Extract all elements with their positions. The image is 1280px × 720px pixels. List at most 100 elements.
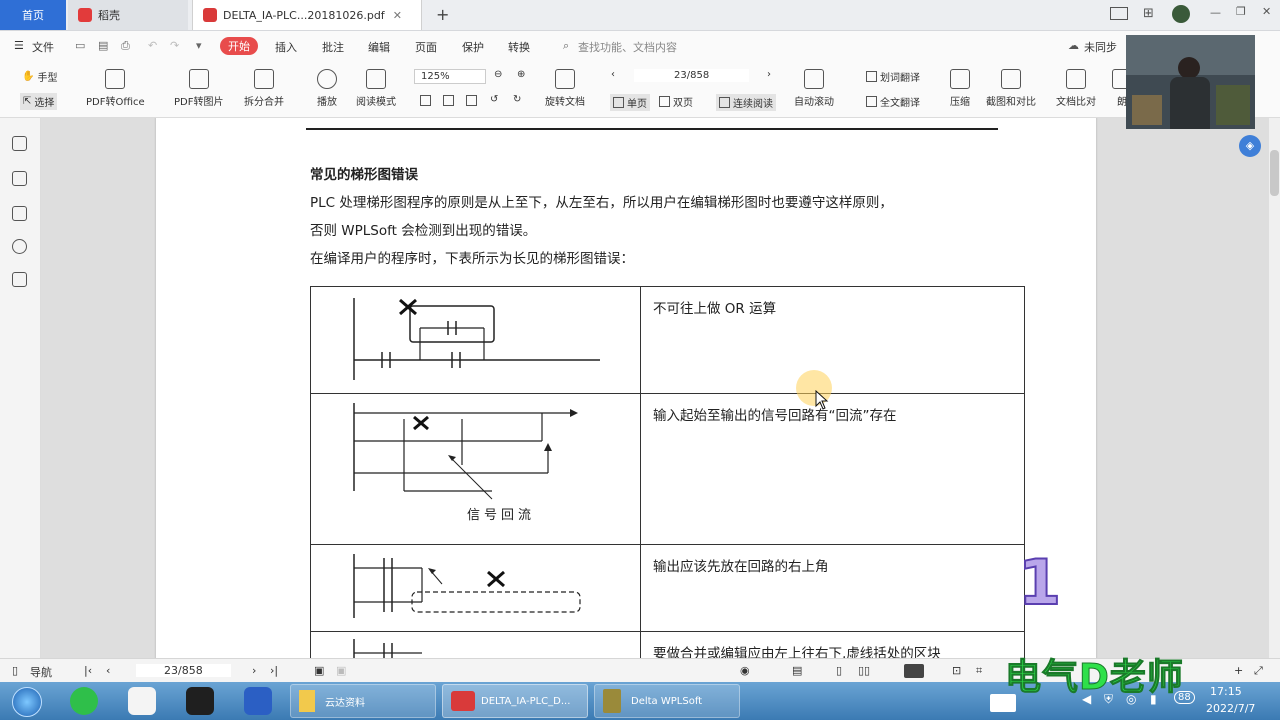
hand-tool[interactable]: ✋ 手型 [22,69,57,84]
signature-icon[interactable] [12,272,27,287]
zoom-select[interactable]: 125% [414,69,486,84]
window-layout-icon[interactable] [1110,7,1128,20]
rotate-right-icon[interactable]: ↻ [513,94,521,105]
fit-alt-icon[interactable]: ▣ [336,664,346,677]
nav-panel-icon[interactable]: ▯ [12,664,18,677]
fullscreen-icon[interactable]: ⤢ [1254,664,1263,678]
tab-docer[interactable]: 稻壳 [68,0,188,30]
tab-pdf-document[interactable]: DELTA_IA-PLC...20181026.pdf ✕ [192,0,422,30]
translate-selection-button[interactable]: 划词翻译 [866,69,920,84]
fit-page-icon[interactable] [420,95,431,106]
hamburger-icon[interactable]: ☰ [14,39,24,52]
continuous-read-button[interactable]: 连续阅读 [716,94,776,111]
search-input[interactable]: 查找功能、文档内容 [578,39,677,55]
document-viewport[interactable]: 常见的梯形图错误 PLC 处理梯形图程序的原则是从上至下，从左至右，所以用户在编… [41,118,1269,658]
sync-status[interactable]: 未同步 [1084,39,1117,55]
pdf-to-image-button[interactable]: PDF转图片 [174,69,223,108]
browser-icon[interactable] [70,687,98,715]
redo-icon[interactable]: ↷ [170,39,179,52]
next-page-icon[interactable]: › [767,69,771,80]
avatar[interactable] [1172,5,1190,23]
menu-protect[interactable]: 保护 [462,39,484,55]
menu-convert[interactable]: 转换 [508,39,530,55]
menu-page[interactable]: 页面 [415,39,437,55]
taskbar-app-wplsoft[interactable]: Delta WPLSoft [594,684,740,718]
taskbar-app-pdf[interactable]: DELTA_IA-PLC_D... [442,684,588,718]
double-view-icon[interactable]: ▯▯ [858,664,870,677]
apps-grid-icon[interactable]: ⊞ [1143,6,1154,21]
auto-scroll-button[interactable]: 自动滚动 [794,69,834,108]
doc-compare-button[interactable]: 文档比对 [1056,69,1096,108]
watermark-text: 电气D老师 [1005,657,1184,699]
close-tab-icon[interactable]: ✕ [393,9,402,22]
prev-page-status-icon[interactable]: ‹ [106,664,110,677]
comment-icon[interactable] [12,206,27,221]
menu-start[interactable]: 开始 [220,37,258,55]
zoom-in-status-icon[interactable]: + [1234,664,1243,677]
fit-screen-icon[interactable]: ⊡ [952,664,961,677]
double-page-button[interactable]: 双页 [659,94,693,109]
tab-home[interactable]: 首页 [0,0,66,30]
read-mode-button[interactable]: 阅读模式 [356,69,396,108]
zoom-in-icon[interactable]: ⊕ [517,69,525,80]
play-button[interactable]: 播放 [317,69,337,108]
page-input[interactable]: 23/858 [634,69,750,82]
clock-time[interactable]: 17:15 [1210,685,1242,698]
save-icon[interactable]: ▤ [98,39,108,52]
crop-icon[interactable]: ⌗ [976,664,982,678]
split-merge-button[interactable]: 拆分合并 [244,69,284,108]
stack-icon[interactable]: ▤ [792,664,802,677]
cloud-app-icon[interactable] [128,687,156,715]
new-tab-icon[interactable]: + [436,5,449,24]
undo-icon[interactable]: ↶ [148,39,157,52]
minimize-icon[interactable]: — [1210,6,1221,19]
assistant-float-icon[interactable]: ◈ [1239,135,1261,157]
word-icon[interactable] [244,687,272,715]
pdf-to-office-button[interactable]: PDF转Office [86,69,145,108]
description-cell: 要做合并或编辑应由左上往右下,虚线括处的区块 [640,631,1025,658]
thumbnail-icon[interactable] [12,171,27,186]
menu-file[interactable]: 文件 [32,39,54,55]
status-page-input[interactable]: 23/858 [136,664,231,677]
rotate-left-icon[interactable]: ↺ [490,94,498,105]
prev-page-icon[interactable]: ‹ [611,69,615,80]
play-slideshow-icon[interactable] [904,664,924,678]
paragraph-1: PLC 处理梯形图程序的原则是从上至下，从左至右，所以用户在编辑梯形图时也要遵守… [310,195,893,211]
menu-insert[interactable]: 插入 [275,39,297,55]
select-tool[interactable]: ⇱ 选择 [20,93,58,110]
clock-date[interactable]: 2022/7/7 [1206,702,1255,715]
open-folder-icon[interactable]: ▭ [75,39,85,52]
translate-full-button[interactable]: 全文翻译 [866,94,920,109]
next-page-status-icon[interactable]: › [252,664,256,677]
fit-icon[interactable]: ▣ [314,664,324,677]
attachment-icon[interactable] [12,239,27,254]
nav-label[interactable]: 导航 [30,664,52,680]
bookmark-icon[interactable] [12,136,27,151]
actual-size-icon[interactable] [466,95,477,106]
description-cell: 输入起始至输出的信号回路有“回流”存在 [640,393,1025,545]
first-page-icon[interactable]: |‹ [84,664,92,677]
menu-edit[interactable]: 编辑 [368,39,390,55]
recorder-icon[interactable] [186,687,214,715]
compress-button[interactable]: 压缩 [950,69,970,108]
fit-width-icon[interactable] [443,95,454,106]
customize-arrow-icon[interactable]: ▾ [196,39,202,52]
eye-icon[interactable]: ◉ [740,664,750,677]
episode-number-overlay: 1 [1017,545,1062,620]
single-page-button[interactable]: 单页 [610,94,650,111]
vertical-scrollbar[interactable] [1269,118,1280,658]
close-window-icon[interactable]: ✕ [1262,5,1271,18]
start-button-icon[interactable] [12,687,42,717]
menu-annotate[interactable]: 批注 [322,39,344,55]
rotate-document-button[interactable]: 旋转文档 [545,69,585,108]
last-page-icon[interactable]: ›| [270,664,278,677]
taskbar-app-folder[interactable]: 云达资料 [290,684,436,718]
single-view-icon[interactable]: ▯ [836,664,842,677]
screenshot-compare-button[interactable]: 截图和对比 [986,69,1036,108]
zoom-out-icon[interactable]: ⊖ [494,69,502,80]
restore-icon[interactable]: ❐ [1236,5,1246,18]
tab-home-label: 首页 [22,9,44,22]
print-icon[interactable]: ⎙ [121,39,130,53]
scrollbar-thumb[interactable] [1270,150,1279,196]
screenshot-icon [1001,69,1021,89]
